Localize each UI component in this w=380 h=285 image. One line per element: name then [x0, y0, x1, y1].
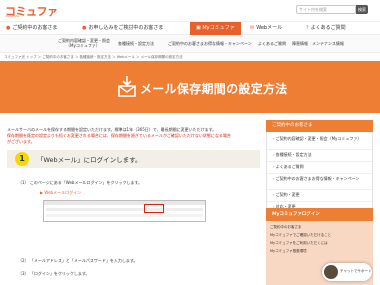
chevron-right-icon: ›	[273, 176, 275, 181]
intro-warning: 保存期間を既定の設定よりも短くお変更される場合には、保存期間を過ぎているメールが…	[7, 133, 231, 138]
subnav-campaign[interactable]: ご契約中のお客さまお得な情報・キャンペーン	[168, 41, 252, 46]
my-commufa-link[interactable]: ご契約中のお客さま	[270, 225, 302, 229]
nav-label: ご契約中のお客さま	[12, 25, 58, 31]
my-commufa-login-heading[interactable]: Myコミュファログイン	[266, 208, 373, 221]
login-screenshot	[43, 200, 206, 222]
page-hero: メール保存期間の設定方法	[0, 61, 380, 113]
brand-bar: コミュファ commufa サイト内を検索 検索	[0, 0, 380, 21]
page-title: メール保存期間の設定方法	[140, 82, 288, 96]
mail-download-icon	[118, 76, 136, 97]
nav-label: お申し込みをご検討中のお客さま	[88, 25, 164, 31]
divider	[267, 173, 372, 174]
my-commufa-link[interactable]: Myコミュファでご確認いただけること	[270, 233, 331, 237]
divider	[267, 149, 372, 150]
subnav-contract-info[interactable]: ご契約内容確認・変更・照会 （Myコミュファ）	[58, 38, 110, 48]
nav-contracted-customers[interactable]: ● ご契約中のお客さま	[6, 22, 57, 35]
chevron-right-icon: ›	[273, 136, 275, 141]
divider	[267, 201, 372, 202]
sidebar-item-campaign[interactable]: ›ご契約中のお客さまお得な情報・キャンペーン	[273, 176, 359, 181]
instruction-3: （3） 「ログイン」をクリックします。	[18, 271, 90, 276]
instruction-2: （2） 「メールアドレス」と「メールパスワード」を入力します。	[18, 258, 138, 263]
nav-label: よくあるご質問	[310, 25, 346, 31]
intro-text: メールサーバのメールを保存する期間を設定いただけます。標準は1年（365日）で、…	[7, 127, 260, 145]
divider	[267, 161, 372, 162]
instruction-1: （1） このページにある「Webメールログイン」をクリックします。	[18, 180, 143, 185]
chevron-right-icon: ›	[273, 164, 275, 169]
screenshot-row	[46, 214, 203, 217]
sidebar-item-label: ご契約・変更	[275, 192, 300, 197]
sub-navigation: ご契約内容確認・変更・照会 （Myコミュファ） 各種接続・設定方法 ご契約中のお客…	[0, 35, 380, 53]
screenshot-bar	[44, 201, 205, 205]
sidebar-item-settings[interactable]: ›各種接続・設定方法	[273, 152, 312, 157]
my-commufa-link[interactable]: Myコミュファをご利用いただくには	[270, 241, 328, 245]
search-input[interactable]: サイト内を検索	[296, 5, 356, 14]
nav-webmail[interactable]: ✉ Webメール	[250, 22, 282, 35]
chevron-right-icon: ›	[273, 192, 275, 197]
sidebar-item-label: よくあるご質問	[275, 164, 304, 169]
chat-label: チャットでサポート	[340, 269, 372, 273]
chevron-right-icon: ›	[273, 152, 275, 157]
search-button[interactable]: 検索	[356, 5, 368, 14]
subnav-label-sub: （Myコミュファ）	[66, 43, 100, 48]
sidebar-item-contract-change[interactable]: ›ご契約・変更	[273, 192, 300, 197]
nav-considering-customers[interactable]: ● お申し込みをご検討中のお客さま	[82, 22, 163, 35]
subnav-maintenance[interactable]: メンテナンス情報	[312, 41, 344, 46]
sidebar-item-contract[interactable]: ›ご契約内容確認・変更・照会（Myコミュファ）	[273, 136, 361, 141]
link-label: Webメールログイン	[44, 190, 82, 195]
step-number: 1	[15, 152, 29, 166]
my-commufa-link[interactable]: Myコミュファ推奨環境	[270, 249, 307, 253]
webmail-login-link[interactable]: ▶ Webメールログイン	[40, 190, 81, 196]
bullet-icon: ●	[6, 25, 11, 31]
divider	[267, 189, 372, 190]
question-icon: ?	[306, 25, 309, 31]
intro-warning-cont: がございます。	[7, 139, 35, 144]
screenshot-row	[46, 208, 203, 211]
chat-support-button[interactable]: チャットでサポート	[322, 263, 372, 281]
subnav-outage[interactable]: 障害情報	[292, 41, 308, 46]
sidebar-item-label: ご契約内容確認・変更・照会（Myコミュファ）	[275, 136, 362, 141]
sidebar-item-faq[interactable]: ›よくあるご質問	[273, 164, 304, 169]
nav-my-commufa[interactable]: ▣ Myコミュファ	[190, 22, 241, 35]
mail-icon: ✉	[250, 25, 255, 31]
sidebar-heading: ご契約中のお客さま	[266, 120, 373, 132]
top-navigation: ● ご契約中のお客さま ● お申し込みをご検討中のお客さま ▣ Myコミュファ ✉ W…	[0, 21, 380, 35]
breadcrumb[interactable]: コミュファ光 トップ ＞ ご契約中のお客さま ＞ 各種接続・設定方法 ＞ Web…	[4, 55, 183, 60]
subnav-settings[interactable]: 各種接続・設定方法	[118, 41, 154, 46]
support-avatar	[324, 265, 338, 279]
screenshot-highlight	[144, 204, 164, 213]
nav-label: Myコミュファ	[202, 25, 235, 31]
sidebar-item-label: 各種接続・設定方法	[275, 152, 312, 157]
bullet-icon: ●	[82, 25, 87, 31]
subnav-faq[interactable]: よくあるご質問	[258, 41, 286, 46]
sidebar-item-label: ご契約中のお客さまお得な情報・キャンペーン	[275, 176, 360, 181]
account-icon: ▣	[196, 25, 201, 31]
nav-label: Webメール	[256, 25, 283, 31]
step-title: 「Webメール」にログインします。	[37, 156, 142, 164]
step-heading: 1 「Webメール」にログインします。	[7, 150, 260, 168]
nav-faq[interactable]: ? よくあるご質問	[306, 22, 346, 35]
logo-subtitle: commufa	[5, 14, 20, 18]
